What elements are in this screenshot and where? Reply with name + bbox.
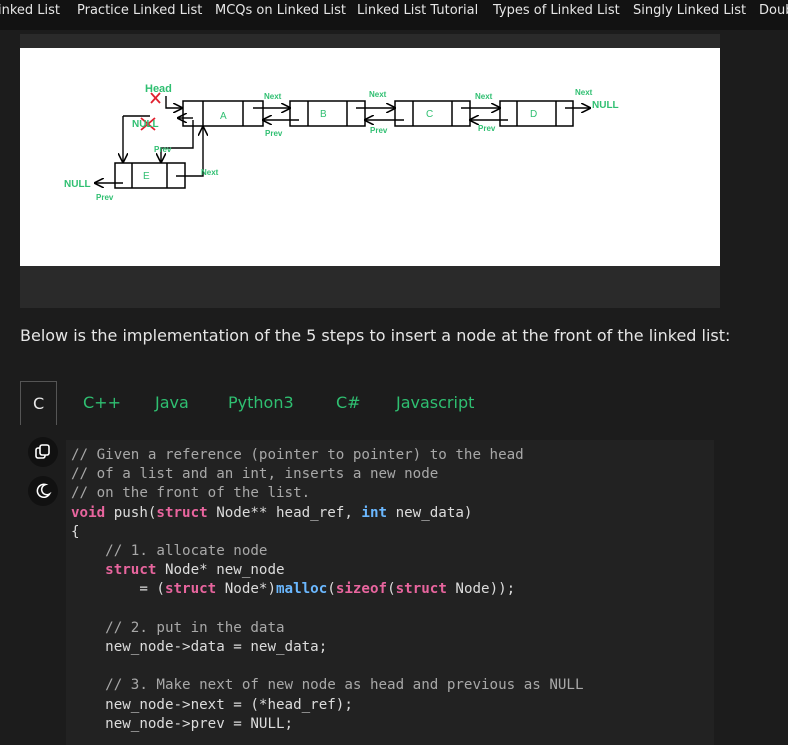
next-label-4: Next	[575, 88, 593, 97]
copy-button[interactable]	[28, 437, 58, 467]
code-line: {	[71, 523, 80, 540]
tab-java[interactable]: Java	[155, 381, 189, 425]
copy-icon	[35, 444, 50, 459]
code-line: // 2. put in the data	[105, 619, 285, 636]
tab-python3[interactable]: Python3	[228, 381, 294, 425]
code-line: // on the front of the list.	[71, 485, 311, 502]
code-line: new_node->data = new_data;	[71, 639, 328, 656]
moon-icon	[36, 483, 52, 499]
prev-label-2: Prev	[370, 126, 388, 135]
linked-list-diagram: A B C D E Head NULL Next Next Next Next …	[20, 48, 720, 266]
nav-item-types-linked-list[interactable]: Types of Linked List	[493, 3, 620, 18]
code-line: // of a list and an int, inserts a new n…	[71, 466, 439, 483]
null-left-label: NULL	[64, 179, 91, 190]
code-line: // Given a reference (pointer to pointer…	[71, 447, 524, 463]
head-label: Head	[145, 83, 172, 95]
null-right-label: NULL	[592, 100, 619, 111]
tab-c[interactable]: C	[20, 381, 58, 426]
nav-item-linked-list-tutorial[interactable]: Linked List Tutorial	[357, 3, 478, 18]
language-tabs: C C++ Java Python3 C# Javascript	[20, 381, 720, 426]
tab-javascript[interactable]: Javascript	[396, 381, 474, 425]
node-d: D	[499, 100, 574, 127]
tab-cpp[interactable]: C++	[83, 381, 121, 425]
code-line: new_node->next = (*head_ref);	[71, 696, 353, 713]
code-line: // 1. allocate node	[105, 543, 268, 560]
prev-label-e: Prev	[96, 193, 114, 202]
nav-item-practice-linked-list[interactable]: Practice Linked List	[77, 3, 202, 18]
node-e: E	[114, 162, 186, 189]
prev-label-1: Prev	[265, 129, 283, 138]
next-label-2: Next	[369, 90, 387, 99]
code-line: // 3. Make next of new node as head and …	[105, 677, 584, 694]
nav-item-mcqs-linked-list[interactable]: MCQs on Linked List	[215, 3, 346, 18]
null-old-label: NULL	[132, 119, 159, 130]
node-e-label: E	[143, 171, 150, 182]
node-d-label: D	[530, 109, 537, 120]
next-label-e: Next	[201, 168, 219, 177]
code-line: struct Node* new_node	[105, 562, 285, 579]
node-c: C	[394, 100, 471, 127]
code-block: // Given a reference (pointer to pointer…	[71, 446, 584, 734]
node-a-label: A	[220, 111, 227, 122]
prev-label-3: Prev	[478, 124, 496, 133]
node-b: B	[289, 100, 366, 127]
next-label-1: Next	[264, 92, 282, 101]
code-line: new_node->prev = NULL;	[71, 715, 294, 732]
node-c-label: C	[426, 109, 433, 120]
node-b-label: B	[320, 109, 327, 120]
prev-label-e-top: Prev	[154, 145, 172, 154]
nav-item-linked-list[interactable]: inked List	[0, 3, 60, 18]
theme-toggle-button[interactable]	[28, 476, 58, 506]
code-line: = (struct Node*)malloc(sizeof(struct Nod…	[71, 581, 516, 598]
node-a: A	[182, 100, 264, 127]
intro-paragraph: Below is the implementation of the 5 ste…	[20, 326, 731, 345]
top-navigation: inked List Practice Linked List MCQs on …	[0, 0, 788, 30]
nav-item-singly-linked-list[interactable]: Singly Linked List	[633, 3, 746, 18]
code-line: void push(struct Node** head_ref, int ne…	[71, 504, 473, 521]
nav-item-doubly[interactable]: Doub	[759, 3, 788, 18]
next-label-3: Next	[475, 92, 493, 101]
tab-csharp[interactable]: C#	[336, 381, 361, 425]
